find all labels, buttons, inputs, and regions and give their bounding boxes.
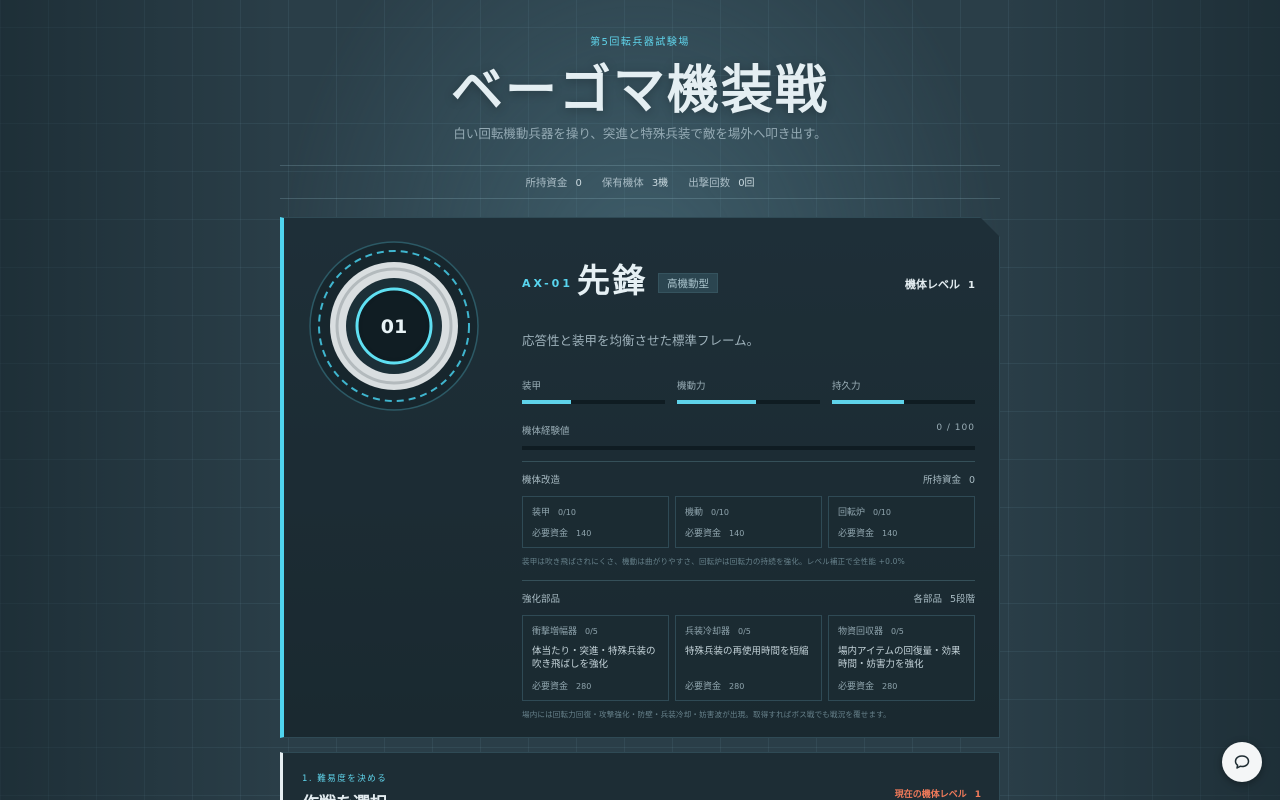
section-title: 強化部品 — [522, 594, 561, 605]
experience-value: 0 / 100 — [936, 423, 975, 433]
part-weapon-cooler-button[interactable]: 兵装冷却器 0/5 特殊兵装の再使用時間を短縮 必要資金 280 — [675, 615, 822, 701]
cost-value: 280 — [882, 682, 898, 691]
stat-owned-units: 保有機体 3機 — [602, 174, 668, 190]
stat-sorties: 出撃回数 0回 — [688, 174, 754, 190]
attribute-track — [677, 400, 820, 404]
attribute-label: 装甲 — [522, 381, 542, 392]
attribute-fill — [677, 400, 756, 404]
header-eyebrow: 第5回転兵器試験場 — [590, 37, 690, 48]
upgrade-mobility-button[interactable]: 機動 0/10 必要資金 140 — [675, 496, 822, 548]
part-supply-collector-button[interactable]: 物資回収器 0/5 場内アイテムの回復量・効果時間・妨害力を強化 必要資金 280 — [828, 615, 975, 701]
attribute-armor: 装甲 — [522, 378, 665, 404]
unit-emblem-icon: 01 — [309, 241, 479, 411]
attribute-label: 機動力 — [677, 381, 706, 392]
attribute-fill — [522, 400, 571, 404]
unit-name: 先鋒 — [577, 261, 647, 300]
upgrade-progress: 0/10 — [558, 508, 576, 517]
mission-select-card: 1. 難易度を決める 作戦を選択 現在の機体レベル 1 — [280, 752, 1000, 800]
attribute-label: 持久力 — [832, 381, 861, 392]
part-impact-amplifier-button[interactable]: 衝撃増幅器 0/5 体当たり・突進・特殊兵装の吹き飛ばしを強化 必要資金 280 — [522, 615, 669, 701]
cost-value: 280 — [729, 682, 745, 691]
experience-bar — [522, 446, 975, 450]
chat-bubble-icon — [1234, 755, 1250, 769]
part-effect: 特殊兵装の再使用時間を短縮 — [685, 646, 809, 657]
cost-label: 必要資金 — [838, 529, 875, 539]
cost-label: 必要資金 — [685, 682, 722, 692]
upgrade-reactor-button[interactable]: 回転炉 0/10 必要資金 140 — [828, 496, 975, 548]
upgrade-name: 回転炉 — [838, 508, 866, 518]
cost-label: 必要資金 — [838, 682, 875, 692]
tiers-value: 5段階 — [949, 594, 975, 605]
unit-type-badge: 高機動型 — [658, 273, 718, 293]
unit-description: 応答性と装甲を均衡させた標準フレーム。 — [522, 333, 760, 348]
stat-funds: 所持資金 0 — [525, 175, 581, 190]
unit-level-value: 1 — [968, 280, 975, 291]
upgrade-armor-button[interactable]: 装甲 0/10 必要資金 140 — [522, 496, 669, 548]
stat-label: 出撃回数 — [688, 177, 731, 189]
upgrade-progress: 0/10 — [873, 508, 891, 517]
funds-label: 所持資金 — [922, 475, 961, 486]
section-title: 機体改造 — [522, 475, 561, 486]
cost-value: 140 — [576, 529, 592, 538]
modification-note: 装甲は吹き飛ばされにくさ、機動は曲がりやすさ、回転炉は回転力の持続を強化。レベル… — [522, 557, 905, 566]
current-level-label: 現在の機体レベル — [894, 790, 967, 800]
cost-label: 必要資金 — [685, 529, 722, 539]
mission-title: 作戦を選択 — [302, 789, 387, 800]
attribute-track — [832, 400, 975, 404]
funds-value: 0 — [968, 475, 975, 486]
part-name: 衝撃増幅器 — [532, 627, 578, 637]
player-stats-bar: 所持資金 0 保有機体 3機 出撃回数 0回 — [280, 165, 1000, 199]
attribute-bars: 装甲 機動力 持久力 — [522, 378, 975, 404]
cost-label: 必要資金 — [532, 682, 569, 692]
upgrade-name: 機動 — [685, 508, 704, 518]
modification-section: 機体改造 所持資金 0 装甲 0/10 必要資金 140 機動 0/10 必要資金 140… — [522, 461, 975, 567]
cost-label: 必要資金 — [532, 529, 569, 539]
stat-value: 0回 — [738, 178, 755, 189]
part-name: 物資回収器 — [838, 627, 884, 637]
tiers-label: 各部品 — [913, 594, 942, 605]
part-effect: 体当たり・突進・特殊兵装の吹き飛ばしを強化 — [532, 646, 656, 670]
mission-step-label: 1. 難易度を決める — [302, 774, 388, 784]
upgrade-name: 装甲 — [532, 508, 551, 518]
current-unit-level: 現在の機体レベル 1 — [895, 787, 981, 800]
cost-value: 140 — [729, 529, 745, 538]
cost-value: 280 — [576, 682, 592, 691]
part-progress: 0/5 — [738, 627, 751, 636]
unit-level-label: 機体レベル — [905, 278, 961, 291]
parts-tiers: 各部品 5段階 — [913, 591, 975, 605]
stat-label: 保有機体 — [601, 177, 644, 189]
unit-code: AX-01 — [522, 277, 573, 290]
unit-card[interactable]: 01 AX-01 先鋒 高機動型 機体レベル 1 応答性と装甲を均衡させた標準フレ… — [280, 217, 1000, 738]
modification-funds: 所持資金 0 — [923, 472, 975, 486]
part-effect: 場内アイテムの回復量・効果時間・妨害力を強化 — [838, 646, 961, 670]
attribute-track — [522, 400, 665, 404]
upgrade-progress: 0/10 — [711, 508, 729, 517]
attribute-mobility: 機動力 — [677, 378, 820, 404]
part-name: 兵装冷却器 — [685, 627, 731, 637]
current-level-value: 1 — [974, 790, 981, 800]
parts-note: 場内には回転力回復・攻撃強化・防壁・兵装冷却・妨害波が出現。取得すればボス戦でも… — [522, 710, 891, 719]
parts-section: 強化部品 各部品 5段階 衝撃増幅器 0/5 体当たり・突進・特殊兵装の吹き飛ばしを… — [522, 580, 975, 720]
chat-button[interactable] — [1222, 742, 1262, 782]
part-progress: 0/5 — [585, 627, 598, 636]
emblem-number: 01 — [381, 316, 407, 338]
stat-label: 所持資金 — [525, 176, 568, 189]
stat-value: 3機 — [651, 178, 669, 189]
experience-label: 機体経験値 — [522, 426, 570, 437]
attribute-fill — [832, 400, 904, 404]
experience-section: 機体経験値 0 / 100 — [522, 423, 975, 450]
part-progress: 0/5 — [891, 627, 904, 636]
attribute-endurance: 持久力 — [832, 378, 975, 404]
page-title: ベーゴマ機装戦 — [450, 61, 829, 121]
cost-value: 140 — [882, 529, 898, 538]
page-subtitle: 白い回転機動兵器を操り、突進と特殊兵装で敵を場外へ叩き出す。 — [453, 126, 827, 141]
unit-level: 機体レベル 1 — [905, 276, 975, 292]
stat-value: 0 — [575, 177, 582, 189]
